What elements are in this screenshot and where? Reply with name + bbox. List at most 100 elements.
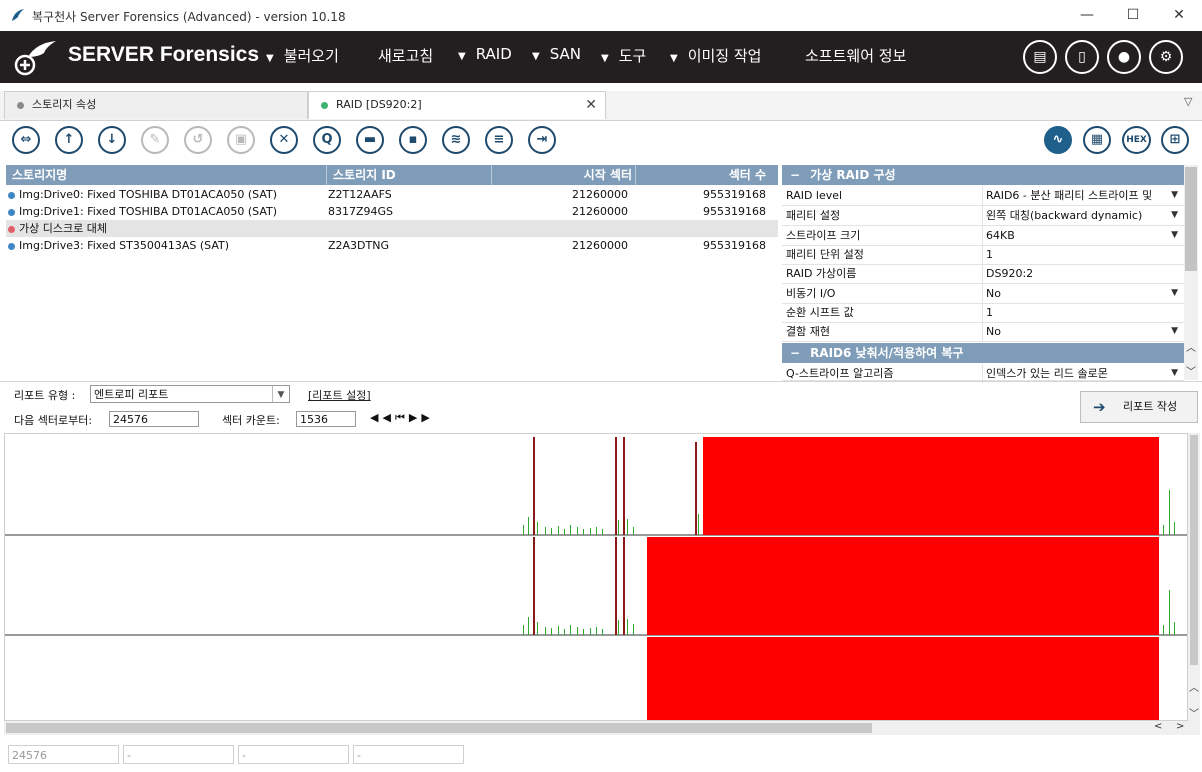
close-button[interactable]: ✕	[1156, 0, 1202, 31]
nav-prev-icon[interactable]: ◀	[382, 411, 394, 424]
menu-load[interactable]: ▼ 불러오기	[266, 45, 339, 66]
prop-parity-unit[interactable]: 패리티 단위 설정 1	[782, 245, 1184, 265]
prop-raid-name[interactable]: RAID 가상이름 DS920:2	[782, 264, 1184, 284]
nav-prev-fast-icon[interactable]: ◀	[370, 411, 382, 424]
report-settings-link[interactable]: [리포트 설정]	[308, 387, 371, 403]
layout-icon[interactable]: ⊞	[1161, 126, 1189, 154]
layers-add-icon[interactable]: ≋	[442, 126, 470, 154]
prop-stripe-size[interactable]: 스트라이프 크기 64KB ▼	[782, 226, 1184, 246]
disk-icon[interactable]: ▣	[227, 126, 255, 154]
hex-view-button[interactable]: HEX	[1122, 126, 1151, 154]
prop-async-io[interactable]: 비동기 I/O No ▼	[782, 284, 1184, 304]
scroll-left-icon[interactable]: <	[1154, 721, 1162, 732]
col-storage-name[interactable]: 스토리지명	[12, 165, 67, 185]
tab-raid[interactable]: RAID [DS920:2] ✕	[308, 91, 606, 119]
remove-icon[interactable]: ✕	[270, 126, 298, 154]
entropy-chart[interactable]	[4, 433, 1188, 721]
tab-close-icon[interactable]: ✕	[585, 92, 597, 118]
status-field-2: -	[123, 745, 234, 764]
maximize-button[interactable]: ☐	[1110, 0, 1156, 31]
tab-list-icon[interactable]: ▽	[1184, 95, 1192, 108]
tab-dot-icon	[321, 101, 328, 109]
panel-icon[interactable]: ▯	[1065, 40, 1099, 74]
layers-icon[interactable]: ≡	[485, 126, 513, 154]
scrollbar-thumb[interactable]	[6, 723, 872, 733]
user-icon[interactable]: ●	[1107, 40, 1141, 74]
high-entropy-block	[647, 537, 1159, 635]
sector-count-input[interactable]: 1536	[296, 411, 356, 427]
col-sector-count[interactable]: 섹터 수	[635, 165, 766, 185]
scroll-right-icon[interactable]: >	[1176, 721, 1184, 732]
entropy-plot	[5, 437, 1187, 720]
nav-next-fast-icon[interactable]: ▶	[421, 411, 433, 424]
storage-table-header: 스토리지명 스토리지 ID 시작 섹터 섹터 수	[6, 165, 778, 185]
section-raid6-recovery[interactable]: − RAID6 낮춰서/적용하여 복구	[782, 343, 1184, 363]
sector-count-label: 섹터 카운트:	[222, 414, 280, 427]
dropdown-icon: ▼	[1171, 210, 1178, 220]
col-start-sector[interactable]: 시작 섹터	[491, 165, 632, 185]
prop-rotation-shift[interactable]: 순환 시프트 값1	[782, 303, 1184, 323]
gear-icon[interactable]: ⚙	[1149, 40, 1183, 74]
nav-next-icon[interactable]: ▶	[409, 411, 421, 424]
table-row[interactable]: Img:Drive0: Fixed TOSHIBA DT01ACA050 (SA…	[6, 186, 778, 203]
table-row[interactable]: 가상 디스크로 대체	[6, 220, 778, 237]
folder-icon[interactable]: ▬	[356, 126, 384, 154]
report-type-label: 리포트 유형 :	[14, 389, 76, 402]
scrollbar-thumb[interactable]	[1190, 435, 1198, 665]
card-icon[interactable]: ▤	[1023, 40, 1057, 74]
menu-san[interactable]: ▼ SAN	[532, 45, 581, 63]
minimize-button[interactable]: —	[1064, 0, 1110, 31]
move-down-icon[interactable]: ↓	[98, 126, 126, 154]
scroll-up-icon[interactable]: ︿	[1186, 339, 1196, 354]
scrollbar-thumb[interactable]	[1185, 167, 1197, 271]
prop-raid-level[interactable]: RAID level RAID6 - 분산 패리티 스트라이프 및 ▼	[782, 186, 1184, 206]
lane-2	[5, 537, 1187, 636]
table-row[interactable]: Img:Drive3: Fixed ST3500413AS (SAT) Z2A3…	[6, 237, 778, 254]
menu-tools[interactable]: ▼ 도구	[601, 45, 646, 66]
spike	[533, 437, 535, 535]
dropdown-icon: ▼	[1171, 230, 1178, 240]
undo-icon[interactable]: ↺	[184, 126, 212, 154]
prop-parity[interactable]: 패리티 설정 왼쪽 대칭(backward dynamic) ▼	[782, 206, 1184, 226]
section-virtual-raid-config[interactable]: − 가상 RAID 구성	[782, 165, 1184, 185]
property-scrollbar[interactable]: ︿ ﹀	[1184, 165, 1198, 380]
waveform-icon[interactable]: ∿	[1044, 126, 1072, 154]
divider	[0, 381, 1202, 382]
edit-icon[interactable]: ✎	[141, 126, 169, 154]
tab-dot-icon	[17, 101, 24, 109]
prop-fault-reproduce[interactable]: 결함 재현 No ▼	[782, 322, 1184, 342]
title-bar: 복구천사 Server Forensics (Advanced) - versi…	[0, 0, 1202, 31]
high-entropy-block	[703, 437, 1159, 535]
menu-software-info[interactable]: 소프트웨어 정보	[805, 45, 906, 66]
status-field-3: -	[238, 745, 349, 764]
col-storage-id[interactable]: 스토리지 ID	[326, 165, 396, 185]
tab-bar: 스토리지 속성 RAID [DS920:2] ✕ ▽	[0, 91, 1202, 121]
drive-status-icon	[8, 191, 15, 199]
menu-raid[interactable]: ▼ RAID	[458, 45, 512, 63]
report-type-select[interactable]: 엔트로피 리포트 ▼	[90, 385, 290, 403]
spike	[623, 437, 625, 535]
scroll-down-icon[interactable]: ﹀	[1186, 363, 1196, 378]
menu-refresh[interactable]: 새로고침	[378, 45, 433, 66]
tab-storage-properties[interactable]: 스토리지 속성	[4, 91, 308, 119]
query-icon[interactable]: Q	[313, 126, 341, 154]
chart-vertical-scrollbar[interactable]: ︿ ﹀	[1188, 433, 1200, 721]
chevron-down-icon[interactable]: ▼	[272, 386, 289, 402]
from-sector-input[interactable]: 24576	[109, 411, 199, 427]
menu-imaging[interactable]: ▼ 이미징 작업	[670, 45, 761, 66]
drive-status-icon	[8, 242, 15, 250]
raid-config-icon[interactable]: ⇔	[12, 126, 40, 154]
grid-view-icon[interactable]: ▦	[1083, 126, 1111, 154]
prop-q-stripe-algorithm[interactable]: Q-스트라이프 알고리즘 인덱스가 있는 리드 솔로몬 ▼	[782, 364, 1184, 383]
scroll-down-icon[interactable]: ﹀	[1189, 705, 1199, 720]
save-icon[interactable]: ▪	[399, 126, 427, 154]
create-report-button[interactable]: ➔ 리포트 작성	[1080, 391, 1198, 423]
export-icon[interactable]: ⇥	[528, 126, 556, 154]
nav-home-icon[interactable]: ⏮	[395, 411, 409, 424]
table-row[interactable]: Img:Drive1: Fixed TOSHIBA DT01ACA050 (SA…	[6, 203, 778, 220]
chart-horizontal-scrollbar[interactable]: < >	[4, 721, 1200, 735]
move-up-icon[interactable]: ↑	[55, 126, 83, 154]
spike	[533, 537, 535, 635]
scroll-up-icon[interactable]: ︿	[1189, 679, 1199, 694]
lane-1	[5, 437, 1187, 536]
